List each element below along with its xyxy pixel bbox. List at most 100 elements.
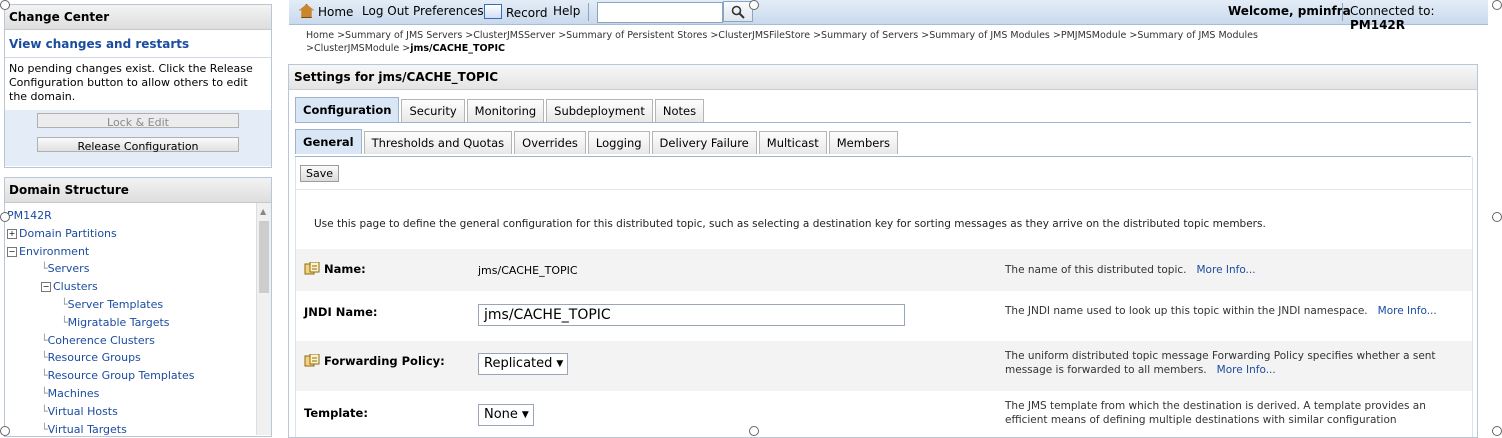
toolbar-divider [588,3,589,21]
tab-divider [295,122,1471,123]
tree-branch-line: └ [41,333,48,347]
sub-tabs: General Thresholds and Quotas Overrides Log… [295,129,900,155]
lock-edit-button[interactable]: Lock & Edit [37,113,239,129]
tree-item-label[interactable]: PM142R [7,209,52,222]
tab-thresholds-and-quotas[interactable]: Thresholds and Quotas [363,131,513,154]
domain-structure-panel: Domain Structure PM142R + Domain Partition… [4,177,272,437]
tree-branch-line: └ [41,386,48,400]
release-configuration-button[interactable]: Release Configuration [37,137,239,153]
tree-item[interactable]: − Environment [7,243,271,261]
tab-monitoring[interactable]: Monitoring [466,99,545,122]
preferences-link[interactable]: Preferences [413,4,484,18]
template-help: The JMS template from which the destinat… [1005,400,1426,426]
name-help: The name of this distributed topic. More… [1005,264,1256,276]
breadcrumb-current: jms/CACHE_TOPIC [410,43,506,54]
domain-structure-title: Domain Structure [5,178,271,203]
tab-configuration[interactable]: Configuration [295,97,400,122]
name-value: jms/CACHE_TOPIC [478,264,578,277]
tree-item[interactable]: └Resource Group Templates [7,367,271,385]
tree-item[interactable]: + Domain Partitions [7,225,271,243]
tree-item-label[interactable]: Migratable Targets [68,316,170,329]
tab-subdeployment[interactable]: Subdeployment [546,99,653,122]
forwarding-row: Forwarding Policy: Replicated ▼ The unifo… [296,341,1472,391]
template-row: Template: None ▼ The JMS template from wh… [296,391,1472,437]
breadcrumb[interactable]: Home >Summary of JMS Servers >ClusterJMS… [306,29,1266,55]
tree-item[interactable]: └Server Templates [7,296,271,314]
chevron-down-icon: ▼ [556,359,564,369]
tab-notes[interactable]: Notes [654,99,705,122]
home-icon [299,4,314,18]
change-center-title: Change Center [5,5,271,30]
selection-handle [749,0,759,10]
domain-tree: PM142R + Domain Partitions − Environment └Ser… [5,203,271,436]
tree-item-label[interactable]: Clusters [53,280,98,293]
tree-branch-line: └ [41,422,48,436]
selection-handle [0,426,10,436]
selection-handle [0,0,10,10]
expand-icon[interactable]: + [7,228,17,239]
jndi-label: JNDI Name: [304,305,378,319]
tree-item[interactable]: └Servers [7,260,271,278]
tab-logging[interactable]: Logging [587,131,650,154]
tree-item[interactable]: PM142R [7,207,271,225]
tab-overrides[interactable]: Overrides [514,131,586,154]
tree-item-label[interactable]: Domain Partitions [19,227,117,240]
tree-item-label[interactable]: Resource Groups [48,351,141,364]
tab-delivery-failure[interactable]: Delivery Failure [651,131,757,154]
view-changes-link[interactable]: View changes and restarts [5,30,271,58]
tab-security[interactable]: Security [401,99,465,122]
tree-item[interactable]: └Resource Groups [7,349,271,367]
top-toolbar: Home Log Out Preferences Record Help Wel… [289,0,1488,32]
tree-item[interactable]: └Virtual Targets [7,421,271,436]
forwarding-more-info-link[interactable]: More Info... [1217,364,1276,376]
save-button[interactable]: Save [300,165,340,182]
jndi-name-input[interactable]: jms/CACHE_TOPIC [478,304,905,326]
tree-item-label[interactable]: Virtual Hosts [48,405,118,418]
collapse-icon[interactable]: − [7,246,17,257]
override-icon [304,353,320,368]
scroll-up-icon[interactable]: ▲ [260,207,266,216]
scrollbar-thumb[interactable] [259,221,269,293]
jndi-more-info-link[interactable]: More Info... [1378,305,1437,317]
template-label: Template: [304,406,368,420]
record-icon [484,4,502,19]
tree-item-label[interactable]: Server Templates [68,298,164,311]
tree-branch-line: └ [61,297,68,311]
chevron-down-icon: ▼ [521,410,529,420]
tree-item[interactable]: └Virtual Hosts [7,403,271,421]
tree-item-label[interactable]: Resource Group Templates [48,369,195,382]
tree-branch-line: └ [41,351,48,365]
toolbar-divider [1342,3,1343,21]
tab-general[interactable]: General [295,129,362,154]
search-icon [731,5,745,19]
tree-item[interactable]: └Coherence Clusters [7,332,271,350]
jndi-row: JNDI Name: jms/CACHE_TOPIC The JNDI name… [296,291,1472,341]
tree-item-label[interactable]: Coherence Clusters [48,334,155,347]
logout-link[interactable]: Log Out [362,4,409,18]
search-input[interactable] [597,2,723,23]
tree-item-label[interactable]: Servers [48,262,90,275]
tree-item[interactable]: − Clusters [7,278,271,296]
tree-branch-line: └ [41,369,48,383]
home-link[interactable]: Home [299,4,353,19]
forwarding-policy-select[interactable]: Replicated ▼ [478,353,569,375]
general-content: Save Use this page to define the general… [295,157,1473,437]
change-center-panel: Change Center View changes and restarts … [4,4,272,168]
record-link[interactable]: Record [484,4,547,20]
tab-multicast[interactable]: Multicast [758,131,827,154]
tab-members[interactable]: Members [828,131,899,154]
tree-item[interactable]: └Machines [7,385,271,403]
change-center-body: View changes and restarts No pending cha… [5,30,271,166]
help-link[interactable]: Help [553,4,580,18]
tree-item-label[interactable]: Virtual Targets [48,423,127,436]
collapse-icon[interactable]: − [41,282,51,293]
tree-item[interactable]: └Migratable Targets [7,314,271,332]
intro-text: Use this page to define the general conf… [314,218,1266,230]
tree-branch-line: └ [41,262,48,276]
tree-scrollbar[interactable]: ▲ [256,203,271,435]
tree-item-label[interactable]: Environment [19,245,89,258]
tree-item-label[interactable]: Machines [48,387,100,400]
name-more-info-link[interactable]: More Info... [1197,264,1256,276]
template-select[interactable]: None ▼ [478,404,534,426]
selection-handle [1492,212,1502,222]
